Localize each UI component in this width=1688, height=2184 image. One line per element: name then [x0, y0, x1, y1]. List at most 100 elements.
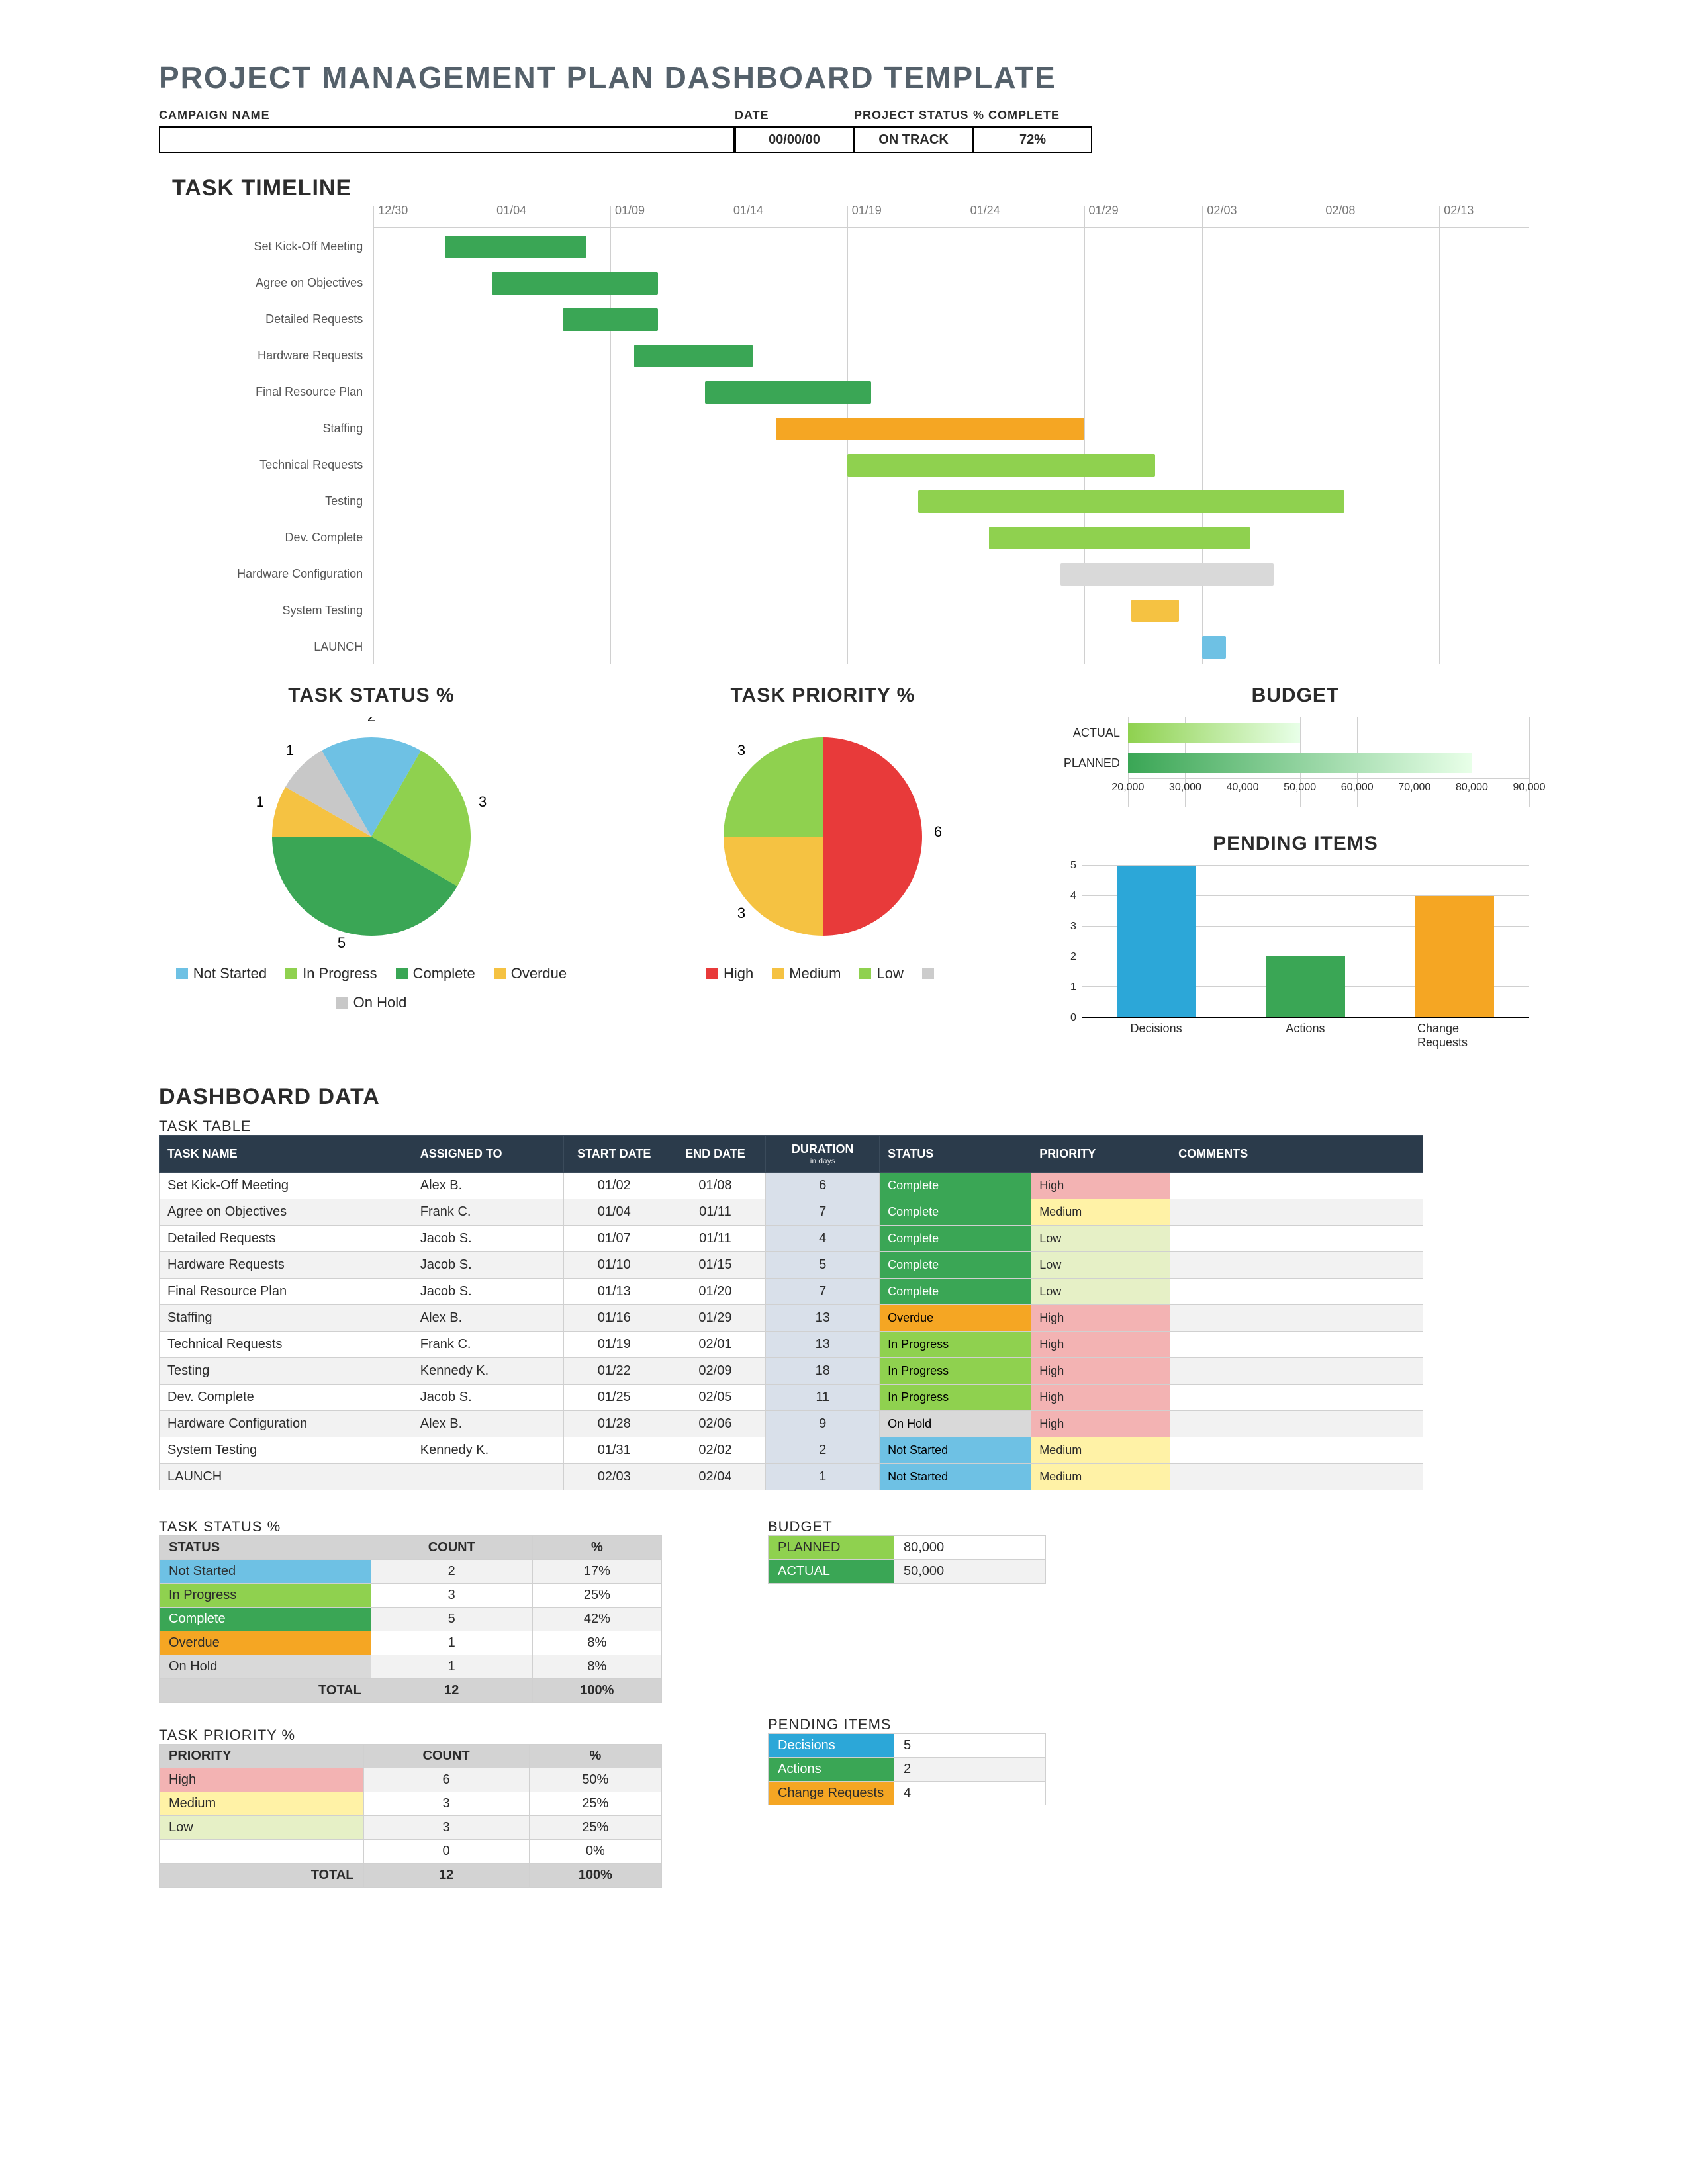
gantt-row: System Testing	[373, 592, 1529, 629]
gantt-row: Detailed Requests	[373, 301, 1529, 338]
table-row: Agree on ObjectivesFrank C.01/0401/117Co…	[160, 1199, 1423, 1226]
table-cell: Decisions	[769, 1734, 894, 1758]
table-row: Complete542%	[160, 1608, 662, 1631]
table-cell: 01/28	[563, 1411, 665, 1437]
table-cell: 50%	[529, 1768, 661, 1792]
gantt-chart: 12/3001/0401/0901/1401/1901/2401/2902/03…	[373, 206, 1529, 664]
budget-axis-tick: 30,000	[1169, 782, 1201, 794]
table-cell	[1170, 1437, 1423, 1464]
pending-x-label: Actions	[1286, 1022, 1325, 1036]
table-cell: Low	[1031, 1252, 1170, 1279]
table-cell: 7	[766, 1279, 880, 1305]
table-row: On Hold18%	[160, 1655, 662, 1679]
table-cell: Overdue	[880, 1305, 1031, 1332]
table-cell: 01/10	[563, 1252, 665, 1279]
table-cell: ACTUAL	[769, 1560, 894, 1584]
status-label: PROJECT STATUS	[854, 109, 973, 126]
table-cell: Complete	[160, 1608, 371, 1631]
table-row: Medium325%	[160, 1792, 662, 1816]
table-cell: Final Resource Plan	[160, 1279, 412, 1305]
table-cell: Complete	[880, 1226, 1031, 1252]
table-cell: 1	[371, 1655, 532, 1679]
task-priority-pie: 633	[684, 717, 962, 956]
table-cell: Low	[160, 1816, 364, 1840]
table-cell: TOTAL	[160, 1679, 371, 1703]
table-cell: In Progress	[880, 1332, 1031, 1358]
gantt-bar	[989, 527, 1250, 549]
table-cell: PLANNED	[769, 1536, 894, 1560]
budget-row-label: PLANNED	[1062, 756, 1128, 770]
legend-label: In Progress	[303, 965, 377, 982]
status-table-label: TASK STATUS %	[159, 1518, 662, 1535]
gantt-bar	[776, 418, 1084, 440]
table-cell: Dev. Complete	[160, 1385, 412, 1411]
gantt-task-label: System Testing	[164, 604, 363, 617]
table-cell: 01/19	[563, 1332, 665, 1358]
gantt-task-label: Technical Requests	[164, 458, 363, 472]
task-status-pie: 23511	[232, 717, 510, 956]
table-cell: 17%	[532, 1560, 661, 1584]
gantt-bar	[705, 381, 870, 404]
table-cell: 18	[766, 1358, 880, 1385]
task-priority-legend: HighMediumLow	[610, 965, 1035, 982]
budget-title: BUDGET	[1062, 684, 1529, 707]
table-cell: 01/20	[665, 1279, 766, 1305]
legend-swatch	[336, 997, 348, 1009]
table-row: LAUNCH02/0302/041Not StartedMedium	[160, 1464, 1423, 1490]
status-value[interactable]: ON TRACK	[854, 126, 973, 153]
legend-item: On Hold	[336, 994, 407, 1011]
table-row: Low325%	[160, 1816, 662, 1840]
table-row: Actions2	[769, 1758, 1046, 1782]
table-row: PLANNED80,000	[769, 1536, 1046, 1560]
date-value[interactable]: 00/00/00	[735, 126, 854, 153]
budget-bar	[1128, 723, 1300, 743]
pct-value[interactable]: 72%	[973, 126, 1092, 153]
table-cell: 50,000	[894, 1560, 1046, 1584]
table-cell: Not Started	[880, 1437, 1031, 1464]
gantt-bar	[563, 308, 657, 331]
pie-value-label: 5	[338, 934, 346, 951]
table-row: StaffingAlex B.01/1601/2913OverdueHigh	[160, 1305, 1423, 1332]
legend-label: Not Started	[193, 965, 267, 982]
task-table-header: STATUS	[880, 1136, 1031, 1173]
task-status-legend: Not StartedIn ProgressCompleteOverdueOn …	[159, 965, 584, 1011]
pct-label: % COMPLETE	[973, 109, 1092, 126]
table-cell: Medium	[1031, 1437, 1170, 1464]
table-cell	[1170, 1411, 1423, 1437]
table-cell: 5	[371, 1608, 532, 1631]
campaign-value[interactable]	[159, 126, 735, 153]
table-cell: Alex B.	[412, 1173, 563, 1199]
table-cell: Medium	[160, 1792, 364, 1816]
legend-item: In Progress	[285, 965, 377, 982]
table-row: Hardware ConfigurationAlex B.01/2802/069…	[160, 1411, 1423, 1437]
table-cell: 7	[766, 1199, 880, 1226]
table-cell: 25%	[532, 1584, 661, 1608]
task-table-header: PRIORITY	[1031, 1136, 1170, 1173]
table-cell: 1	[766, 1464, 880, 1490]
gantt-row: Agree on Objectives	[373, 265, 1529, 301]
table-cell: System Testing	[160, 1437, 412, 1464]
table-cell: Jacob S.	[412, 1226, 563, 1252]
legend-label: High	[724, 965, 753, 982]
dashboard-data-title: DASHBOARD DATA	[159, 1084, 1529, 1110]
gantt-row: Set Kick-Off Meeting	[373, 228, 1529, 265]
pending-y-tick: 2	[1070, 951, 1076, 963]
gantt-task-label: Agree on Objectives	[164, 276, 363, 290]
gantt-task-label: Hardware Requests	[164, 349, 363, 363]
table-cell: Set Kick-Off Meeting	[160, 1173, 412, 1199]
table-cell	[1170, 1252, 1423, 1279]
table-cell: Jacob S.	[412, 1385, 563, 1411]
table-cell: 6	[363, 1768, 529, 1792]
table-cell: Alex B.	[412, 1305, 563, 1332]
pending-bar	[1117, 866, 1196, 1017]
legend-swatch	[285, 968, 297, 979]
table-cell: Technical Requests	[160, 1332, 412, 1358]
table-cell: High	[1031, 1305, 1170, 1332]
legend-swatch	[176, 968, 188, 979]
legend-swatch	[922, 968, 934, 979]
table-row: System TestingKennedy K.01/3102/022Not S…	[160, 1437, 1423, 1464]
table-cell: Hardware Configuration	[160, 1411, 412, 1437]
legend-swatch	[706, 968, 718, 979]
table-cell: 01/02	[563, 1173, 665, 1199]
table-cell: TOTAL	[160, 1864, 364, 1888]
